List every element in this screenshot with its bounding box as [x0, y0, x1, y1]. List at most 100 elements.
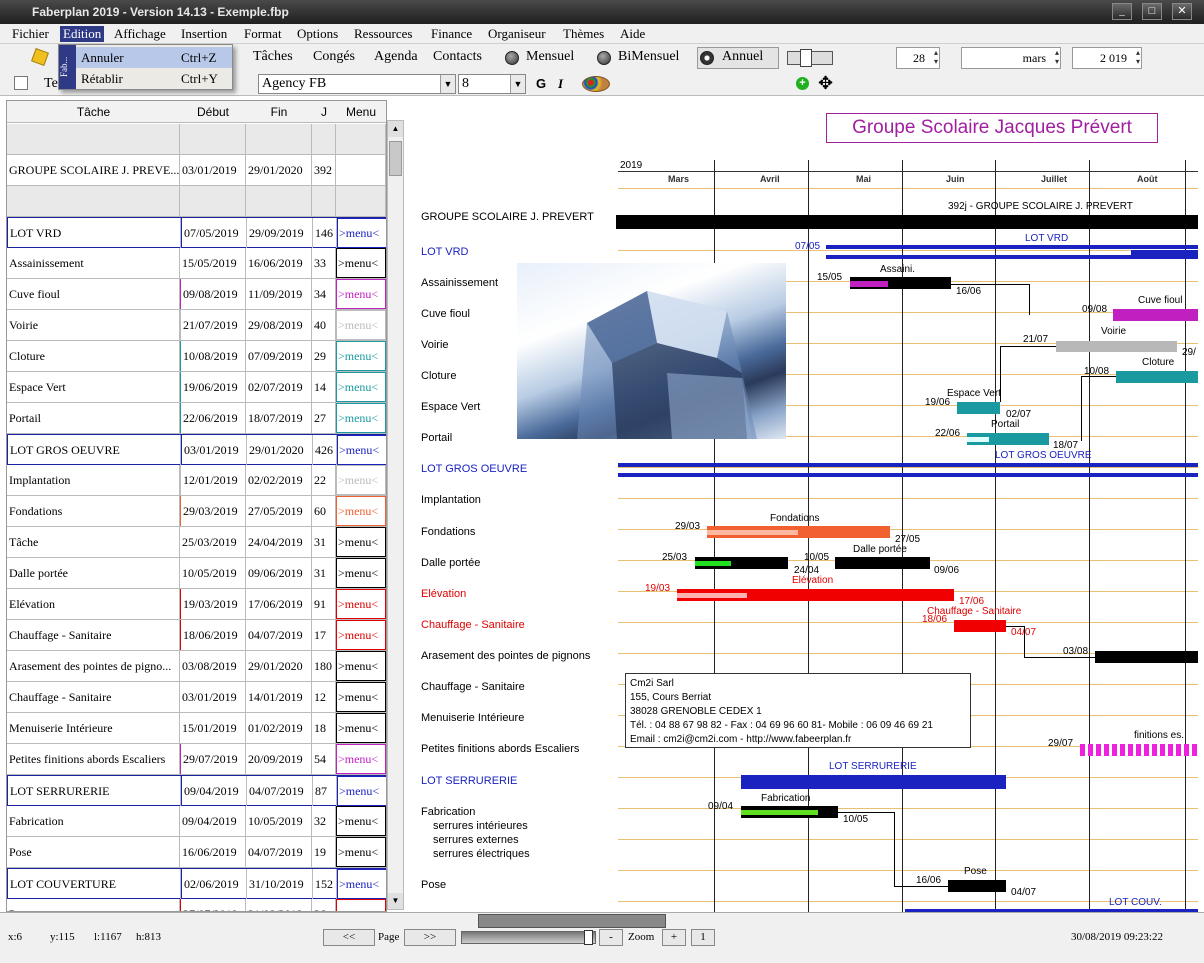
- table-row[interactable]: Dalle portée 10/05/2019 09/06/2019 31 >menu<: [7, 558, 386, 589]
- table-row[interactable]: Elévation 19/03/2019 17/06/2019 91 >menu<: [7, 589, 386, 620]
- menu-format[interactable]: Format: [244, 26, 282, 42]
- row-menu-link[interactable]: >menu<: [336, 744, 386, 774]
- table-row[interactable]: Pose27/07/201921/08/201926>menu<: [7, 899, 386, 911]
- table-row[interactable]: Petites finitions abords Escaliers 29/07/…: [7, 744, 386, 775]
- menu-edition[interactable]: Edition: [60, 26, 105, 42]
- size-select[interactable]: 8 ▼: [458, 74, 526, 94]
- menu-fichier[interactable]: Fichier: [12, 26, 49, 42]
- row-menu-link[interactable]: [336, 186, 386, 216]
- table-row[interactable]: Tâche 25/03/2019 24/04/2019 31 >menu<: [7, 527, 386, 558]
- bar-espace-vert[interactable]: [957, 402, 1000, 414]
- table-row[interactable]: Fondations 29/03/2019 27/05/2019 60 >menu<: [7, 496, 386, 527]
- table-row[interactable]: Fabrication 09/04/2019 10/05/2019 32 >menu<: [7, 806, 386, 837]
- close-button[interactable]: ✕: [1172, 3, 1192, 20]
- bar-groupe-scolaire[interactable]: [616, 215, 1198, 229]
- row-menu-link[interactable]: >menu<: [336, 682, 386, 712]
- row-menu-link[interactable]: >menu<: [336, 403, 386, 433]
- maximize-button[interactable]: □: [1142, 3, 1162, 20]
- row-menu-link[interactable]: >menu<: [336, 310, 386, 340]
- menu-item-annuler[interactable]: Annuler Ctrl+Z: [76, 47, 232, 68]
- col-menu[interactable]: Menu: [336, 105, 386, 119]
- minimize-button[interactable]: _: [1112, 3, 1132, 20]
- table-row[interactable]: Cuve fioul 09/08/2019 11/09/2019 34 >menu<: [7, 279, 386, 310]
- bar-lot-serrurerie[interactable]: [741, 775, 1006, 789]
- row-menu-link[interactable]: >menu<: [336, 248, 386, 278]
- table-row[interactable]: Chauffage - Sanitaire 18/06/2019 04/07/201…: [7, 620, 386, 651]
- lot-row[interactable]: LOT SERRURERIE 09/04/2019 04/07/2019 87 >men…: [7, 775, 386, 806]
- zoom-slider[interactable]: [787, 49, 833, 67]
- zoom-track[interactable]: [461, 930, 596, 945]
- row-menu-link[interactable]: >menu<: [336, 279, 386, 309]
- col-tache[interactable]: Tâche: [7, 105, 180, 119]
- table-row[interactable]: GROUPE SCOLAIRE J. PREVE... 03/01/2019 29/…: [7, 155, 386, 186]
- row-menu-link[interactable]: >menu<: [336, 465, 386, 495]
- bar-pose[interactable]: [948, 880, 1006, 892]
- tab-taches[interactable]: Tâches: [253, 49, 293, 65]
- year-spinner[interactable]: 2 019: [1072, 47, 1142, 69]
- table-row[interactable]: Pose 16/06/2019 04/07/2019 19 >menu<: [7, 837, 386, 868]
- zoom-out-button[interactable]: -: [599, 929, 623, 946]
- scroll-up-icon[interactable]: ▲: [388, 121, 403, 137]
- menu-insertion[interactable]: Insertion: [181, 26, 227, 42]
- chevron-down-icon[interactable]: ▼: [440, 75, 455, 93]
- table-row[interactable]: [7, 124, 386, 155]
- menu-finance[interactable]: Finance: [431, 26, 472, 42]
- bar-dalle-portee[interactable]: [835, 557, 930, 569]
- move-icon[interactable]: ✥: [818, 73, 833, 94]
- checkbox-icon[interactable]: [14, 76, 28, 90]
- chevron-down-icon[interactable]: ▼: [510, 75, 525, 93]
- row-menu-link[interactable]: >menu<: [337, 776, 386, 806]
- zoom-in-button[interactable]: +: [662, 929, 686, 946]
- bar-lot-gros-oeuvre-bottom[interactable]: [618, 473, 1198, 477]
- row-menu-link[interactable]: >menu<: [336, 837, 386, 867]
- menu-themes[interactable]: Thèmes: [563, 26, 604, 42]
- tab-contacts[interactable]: Contacts: [433, 49, 482, 65]
- row-menu-link[interactable]: >menu<: [336, 806, 386, 836]
- row-menu-link[interactable]: >menu<: [336, 620, 386, 650]
- col-debut[interactable]: Début: [180, 105, 246, 119]
- scroll-down-icon[interactable]: ▼: [388, 893, 403, 909]
- color-palette-icon[interactable]: [582, 76, 610, 92]
- gantt-hscroll[interactable]: [406, 913, 1196, 929]
- lot-row[interactable]: LOT GROS OEUVRE 03/01/2019 29/01/2020 426 >m…: [7, 434, 386, 465]
- row-menu-link[interactable]: >menu<: [336, 899, 386, 911]
- menu-organiseur[interactable]: Organiseur: [488, 26, 546, 42]
- bar-arasement[interactable]: [1095, 651, 1198, 663]
- row-menu-link[interactable]: >menu<: [337, 218, 386, 248]
- menu-aide[interactable]: Aide: [620, 26, 645, 42]
- radio-annuel-icon[interactable]: [700, 51, 714, 65]
- table-row[interactable]: Voirie 21/07/2019 29/08/2019 40 >menu<: [7, 310, 386, 341]
- table-row[interactable]: Arasement des pointes de pigno... 03/08/2…: [7, 651, 386, 682]
- add-icon[interactable]: +: [796, 77, 809, 90]
- table-row[interactable]: Portail 22/06/2019 18/07/2019 27 >menu<: [7, 403, 386, 434]
- table-row[interactable]: Chauffage - Sanitaire 03/01/2019 14/01/201…: [7, 682, 386, 713]
- note-icon[interactable]: [31, 48, 49, 66]
- row-menu-link[interactable]: [336, 155, 386, 185]
- bar-lot-vrd-top[interactable]: [826, 245, 1198, 249]
- table-row[interactable]: Espace Vert 19/06/2019 02/07/2019 14 >menu<: [7, 372, 386, 403]
- row-menu-link[interactable]: >menu<: [336, 713, 386, 743]
- bar-lot-gros-oeuvre-top[interactable]: [618, 463, 1198, 467]
- row-menu-link[interactable]: >menu<: [336, 651, 386, 681]
- bar-cuve-fioul[interactable]: [1113, 309, 1198, 321]
- menu-options[interactable]: Options: [297, 26, 338, 42]
- lot-row[interactable]: LOT COUVERTURE 02/06/2019 31/10/2019 152 >me…: [7, 868, 386, 899]
- bar-chauffage[interactable]: [954, 620, 1006, 632]
- col-j[interactable]: J: [312, 105, 336, 119]
- col-fin[interactable]: Fin: [246, 105, 312, 119]
- bold-button[interactable]: G: [536, 76, 546, 91]
- bar-lot-vrd-bottom[interactable]: [826, 255, 1198, 259]
- table-row[interactable]: Implantation 12/01/2019 02/02/2019 22 >menu<: [7, 465, 386, 496]
- zoom-thumb[interactable]: [584, 930, 593, 945]
- lot-row[interactable]: LOT VRD 07/05/2019 29/09/2019 146 >menu<: [7, 217, 386, 248]
- tab-conges[interactable]: Congés: [313, 49, 355, 65]
- view-mensuel[interactable]: Mensuel: [526, 49, 574, 65]
- bar-voirie[interactable]: [1056, 341, 1177, 352]
- grid-vscroll[interactable]: ▲ ▼: [387, 120, 404, 910]
- row-menu-link[interactable]: >menu<: [336, 527, 386, 557]
- menu-item-retablir[interactable]: Rétablir Ctrl+Y: [76, 68, 232, 89]
- slider-thumb[interactable]: [800, 49, 812, 67]
- menu-affichage[interactable]: Affichage: [114, 26, 166, 42]
- zoom-reset-button[interactable]: 1: [691, 929, 715, 946]
- row-menu-link[interactable]: >menu<: [336, 372, 386, 402]
